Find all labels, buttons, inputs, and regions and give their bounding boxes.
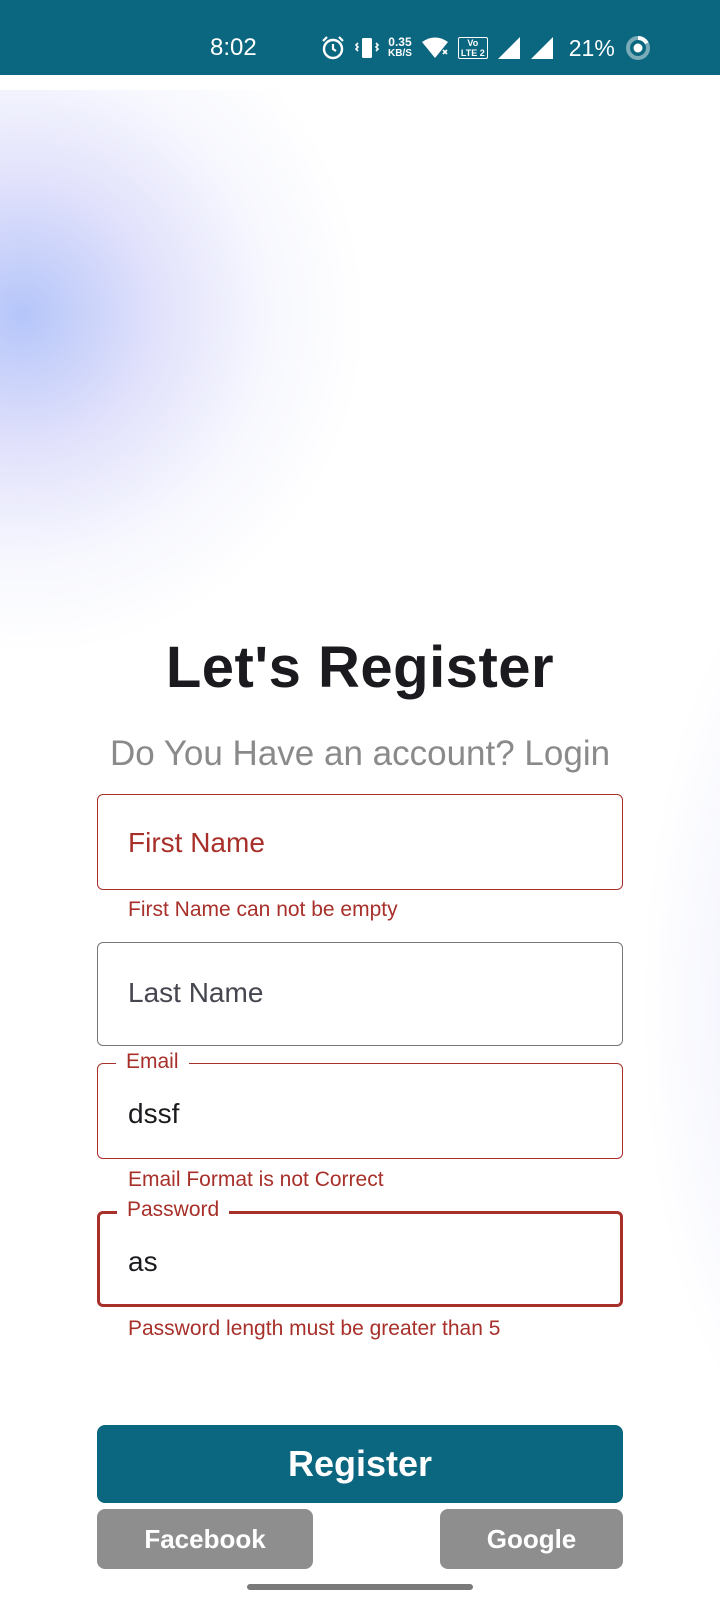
status-time: 8:02 [210, 34, 257, 61]
wifi-icon [421, 36, 449, 60]
email-label: Email [116, 1050, 189, 1074]
last-name-field[interactable]: Last Name [97, 942, 623, 1046]
email-value: dssf [128, 1098, 180, 1129]
network-speed: 0.35 KB/S [388, 35, 412, 59]
home-indicator[interactable] [247, 1584, 473, 1590]
alarm-icon [320, 35, 346, 61]
facebook-login-button[interactable]: Facebook [97, 1509, 313, 1569]
battery-ring-icon [624, 34, 652, 62]
password-value: as [128, 1246, 158, 1277]
page-title: Let's Register [165, 635, 555, 700]
password-error: Password length must be greater than 5 [128, 1317, 501, 1340]
background-gradient-blob [0, 90, 360, 650]
status-bar: 8:02 0.35 KB/S Vo LTE 2 21% [0, 0, 720, 75]
volte-top: Vo [467, 38, 479, 48]
password-field[interactable]: Password as [97, 1198, 623, 1307]
battery-percent: 21% [568, 34, 615, 61]
first-name-field[interactable]: First Name [97, 794, 623, 890]
volte-badge: Vo LTE 2 [457, 37, 488, 59]
network-speed-unit: KB/S [388, 48, 412, 59]
status-icons: 0.35 KB/S Vo LTE 2 21% [320, 32, 652, 64]
email-error: Email Format is not Correct [128, 1168, 384, 1191]
first-name-placeholder: First Name [128, 827, 265, 858]
signal-icon [497, 36, 521, 60]
register-button[interactable]: Register [97, 1425, 623, 1503]
signal-icon [530, 36, 554, 60]
last-name-placeholder: Last Name [128, 977, 264, 1008]
first-name-error: First Name can not be empty [128, 898, 398, 921]
network-speed-value: 0.35 [388, 35, 412, 49]
email-field[interactable]: Email dssf [97, 1050, 623, 1159]
password-label: Password [117, 1198, 230, 1222]
volte-bottom: LTE 2 [460, 48, 485, 58]
login-prompt-link[interactable]: Do You Have an account? Login [0, 734, 720, 774]
google-login-button[interactable]: Google [440, 1509, 623, 1569]
register-screen: 8:02 0.35 KB/S Vo LTE 2 21% Let's Regist… [0, 0, 720, 1600]
vibrate-icon [355, 35, 379, 61]
